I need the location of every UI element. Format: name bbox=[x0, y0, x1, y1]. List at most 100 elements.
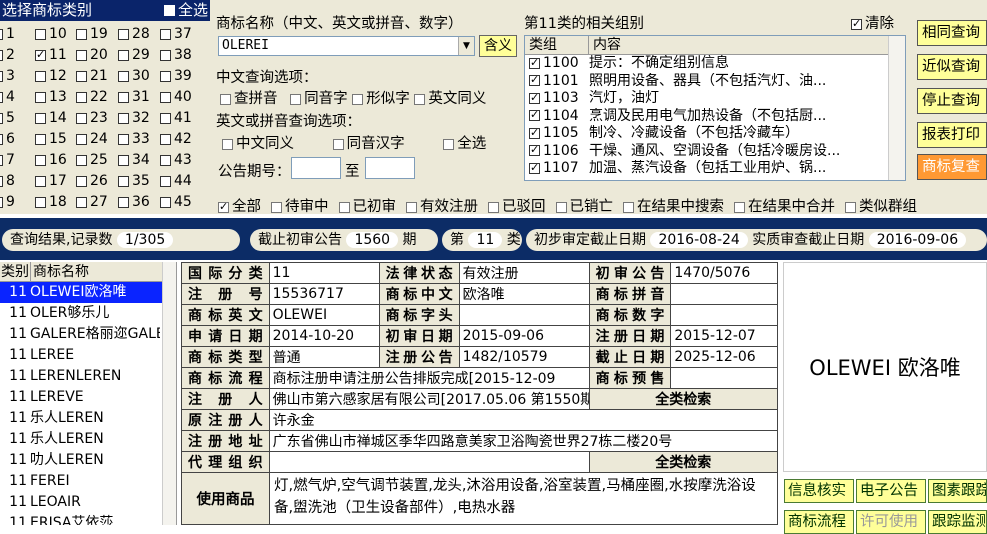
class-checkbox-24[interactable]: 24 bbox=[76, 129, 108, 150]
cn-option-pinyin[interactable]: 查拼音 bbox=[220, 91, 278, 107]
class-checkbox-14[interactable]: 14 bbox=[35, 108, 67, 129]
period-from-input[interactable] bbox=[291, 157, 341, 179]
list-item[interactable]: 11 LEREVE bbox=[0, 387, 176, 408]
tm-flow-button[interactable]: 商标流程 bbox=[784, 510, 854, 534]
class-checkbox-30[interactable]: 30 bbox=[118, 66, 150, 87]
recheck-button[interactable]: 商标复查 bbox=[917, 154, 987, 180]
list-item[interactable]: 11 OLEWEI欧洛唯 bbox=[0, 282, 176, 303]
e-notice-button[interactable]: 电子公告 bbox=[856, 479, 926, 503]
groups-scrollbar[interactable] bbox=[888, 36, 905, 180]
class-checkbox-37[interactable]: 37 bbox=[160, 24, 192, 45]
cn-option-en-synonym[interactable]: 英文同义 bbox=[414, 91, 486, 107]
trademark-name-input[interactable]: OLEREI bbox=[218, 36, 475, 56]
checkbox-icon[interactable] bbox=[529, 143, 540, 156]
class-checkbox-25[interactable]: 25 bbox=[76, 150, 108, 171]
class-checkbox-44[interactable]: 44 bbox=[160, 171, 192, 192]
class-checkbox-10[interactable]: 10 bbox=[35, 24, 67, 45]
group-row[interactable]: 1107 加温、蒸汽设备（包括工业用炉、锅... bbox=[525, 160, 905, 178]
class-checkbox-40[interactable]: 40 bbox=[160, 87, 192, 108]
class-checkbox-13[interactable]: 13 bbox=[35, 87, 67, 108]
checkbox-icon[interactable] bbox=[529, 126, 540, 139]
stop-search-button[interactable]: 停止查询 bbox=[917, 88, 987, 114]
class-checkbox-16[interactable]: 16 bbox=[35, 150, 67, 171]
en-option-select-all[interactable]: 全选 bbox=[443, 136, 486, 152]
class-checkbox-45[interactable]: 45 bbox=[160, 192, 192, 213]
class-checkbox-42[interactable]: 42 bbox=[160, 129, 192, 150]
result-list[interactable]: 类别 商标名称 11 OLEWEI欧洛唯 11 OLER够乐儿 11 GALERE格丽迩G… bbox=[0, 262, 177, 525]
search-all-classes-link[interactable]: 全类检索 bbox=[588, 388, 779, 410]
filter-checkbox-0[interactable]: 全部 bbox=[218, 199, 261, 215]
meaning-button[interactable]: 含义 bbox=[479, 35, 517, 57]
class-checkbox-9[interactable]: 9 bbox=[0, 192, 15, 213]
class-checkbox-43[interactable]: 43 bbox=[160, 150, 192, 171]
class-checkbox-26[interactable]: 26 bbox=[76, 171, 108, 192]
class-checkbox-2[interactable]: 2 bbox=[0, 45, 15, 66]
class-checkbox-17[interactable]: 17 bbox=[35, 171, 67, 192]
group-row[interactable]: 1106 干燥、通风、空调设备（包括冷暖房设... bbox=[525, 143, 905, 161]
class-checkbox-33[interactable]: 33 bbox=[118, 129, 150, 150]
class-checkbox-38[interactable]: 38 bbox=[160, 45, 192, 66]
list-item[interactable]: 11 OLER够乐儿 bbox=[0, 303, 176, 324]
class-checkbox-12[interactable]: 12 bbox=[35, 66, 67, 87]
group-row[interactable]: 1101 照明用设备、器具（不包括汽灯、油... bbox=[525, 73, 905, 91]
class-checkbox-7[interactable]: 7 bbox=[0, 150, 15, 171]
class-checkbox-19[interactable]: 19 bbox=[76, 24, 108, 45]
filter-checkbox-2[interactable]: 已初审 bbox=[338, 199, 396, 215]
filter-checkbox-3[interactable]: 有效注册 bbox=[406, 199, 478, 215]
class-checkbox-39[interactable]: 39 bbox=[160, 66, 192, 87]
class-checkbox-41[interactable]: 41 bbox=[160, 108, 192, 129]
list-item[interactable]: 11 ERISA艾依莎 bbox=[0, 513, 176, 525]
figure-track-button[interactable]: 图素跟踪 bbox=[928, 479, 987, 503]
class-checkbox-11[interactable]: 11 bbox=[35, 45, 67, 66]
class-checkbox-28[interactable]: 28 bbox=[118, 24, 150, 45]
class-checkbox-29[interactable]: 29 bbox=[118, 45, 150, 66]
list-item[interactable]: 11 LERENLEREN bbox=[0, 366, 176, 387]
license-button[interactable]: 许可使用 bbox=[856, 510, 926, 534]
search-all-classes-link-2[interactable]: 全类检索 bbox=[588, 451, 779, 473]
class-checkbox-18[interactable]: 18 bbox=[35, 192, 67, 213]
class-checkbox-34[interactable]: 34 bbox=[118, 150, 150, 171]
class-checkbox-23[interactable]: 23 bbox=[76, 108, 108, 129]
class-checkbox-21[interactable]: 21 bbox=[76, 66, 108, 87]
filter-checkbox-8[interactable]: 类似群组 bbox=[845, 199, 917, 215]
cn-option-shape[interactable]: 形似字 bbox=[352, 91, 410, 107]
filter-checkbox-7[interactable]: 在结果中合并 bbox=[734, 199, 835, 215]
checkbox-icon[interactable] bbox=[529, 161, 540, 174]
class-checkbox-35[interactable]: 35 bbox=[118, 171, 150, 192]
monitor-button[interactable]: 跟踪监测 bbox=[928, 510, 987, 534]
class-checkbox-3[interactable]: 3 bbox=[0, 66, 15, 87]
print-report-button[interactable]: 报表打印 bbox=[917, 122, 987, 148]
filter-checkbox-4[interactable]: 已驳回 bbox=[488, 199, 546, 215]
similar-search-button[interactable]: 近似查询 bbox=[917, 54, 987, 80]
info-verify-button[interactable]: 信息核实 bbox=[784, 479, 854, 503]
cn-option-homophone[interactable]: 同音字 bbox=[290, 91, 348, 107]
group-row[interactable]: 1104 烹调及民用电气加热设备（不包括厨... bbox=[525, 108, 905, 126]
class-checkbox-32[interactable]: 32 bbox=[118, 108, 150, 129]
class-checkbox-4[interactable]: 4 bbox=[0, 87, 15, 108]
checkbox-icon[interactable] bbox=[529, 108, 540, 121]
class-checkbox-36[interactable]: 36 bbox=[118, 192, 150, 213]
select-all-classes[interactable]: 全选 bbox=[163, 0, 208, 21]
class-checkbox-6[interactable]: 6 bbox=[0, 129, 15, 150]
class-checkbox-1[interactable]: 1 bbox=[0, 24, 15, 45]
list-item[interactable]: 11 LEREE bbox=[0, 345, 176, 366]
class-checkbox-5[interactable]: 5 bbox=[0, 108, 15, 129]
group-row[interactable]: 1105 制冷、冷藏设备（不包括冷藏车） bbox=[525, 125, 905, 143]
checkbox-icon[interactable] bbox=[529, 56, 540, 69]
result-list-scrollbar[interactable] bbox=[162, 262, 176, 525]
class-checkbox-27[interactable]: 27 bbox=[76, 192, 108, 213]
en-option-homophone-hanzi[interactable]: 同音汉字 bbox=[332, 136, 405, 152]
list-item[interactable]: 11 乐人LEREN bbox=[0, 429, 176, 450]
class-checkbox-15[interactable]: 15 bbox=[35, 129, 67, 150]
class-checkbox-22[interactable]: 22 bbox=[76, 87, 108, 108]
list-item[interactable]: 11 乐人LEREN bbox=[0, 408, 176, 429]
list-item[interactable]: 11 叻人LEREN bbox=[0, 450, 176, 471]
filter-checkbox-1[interactable]: 待审中 bbox=[271, 199, 329, 215]
filter-checkbox-5[interactable]: 已销亡 bbox=[555, 199, 613, 215]
filter-checkbox-6[interactable]: 在结果中搜索 bbox=[623, 199, 724, 215]
list-item[interactable]: 11 GALERE格丽迩GALE bbox=[0, 324, 176, 345]
groups-clear-checkbox[interactable]: 清除 bbox=[851, 12, 894, 33]
group-row[interactable]: 1100 提示：不确定组别信息 bbox=[525, 55, 905, 73]
same-search-button[interactable]: 相同查询 bbox=[917, 20, 987, 46]
period-to-input[interactable] bbox=[365, 157, 415, 179]
